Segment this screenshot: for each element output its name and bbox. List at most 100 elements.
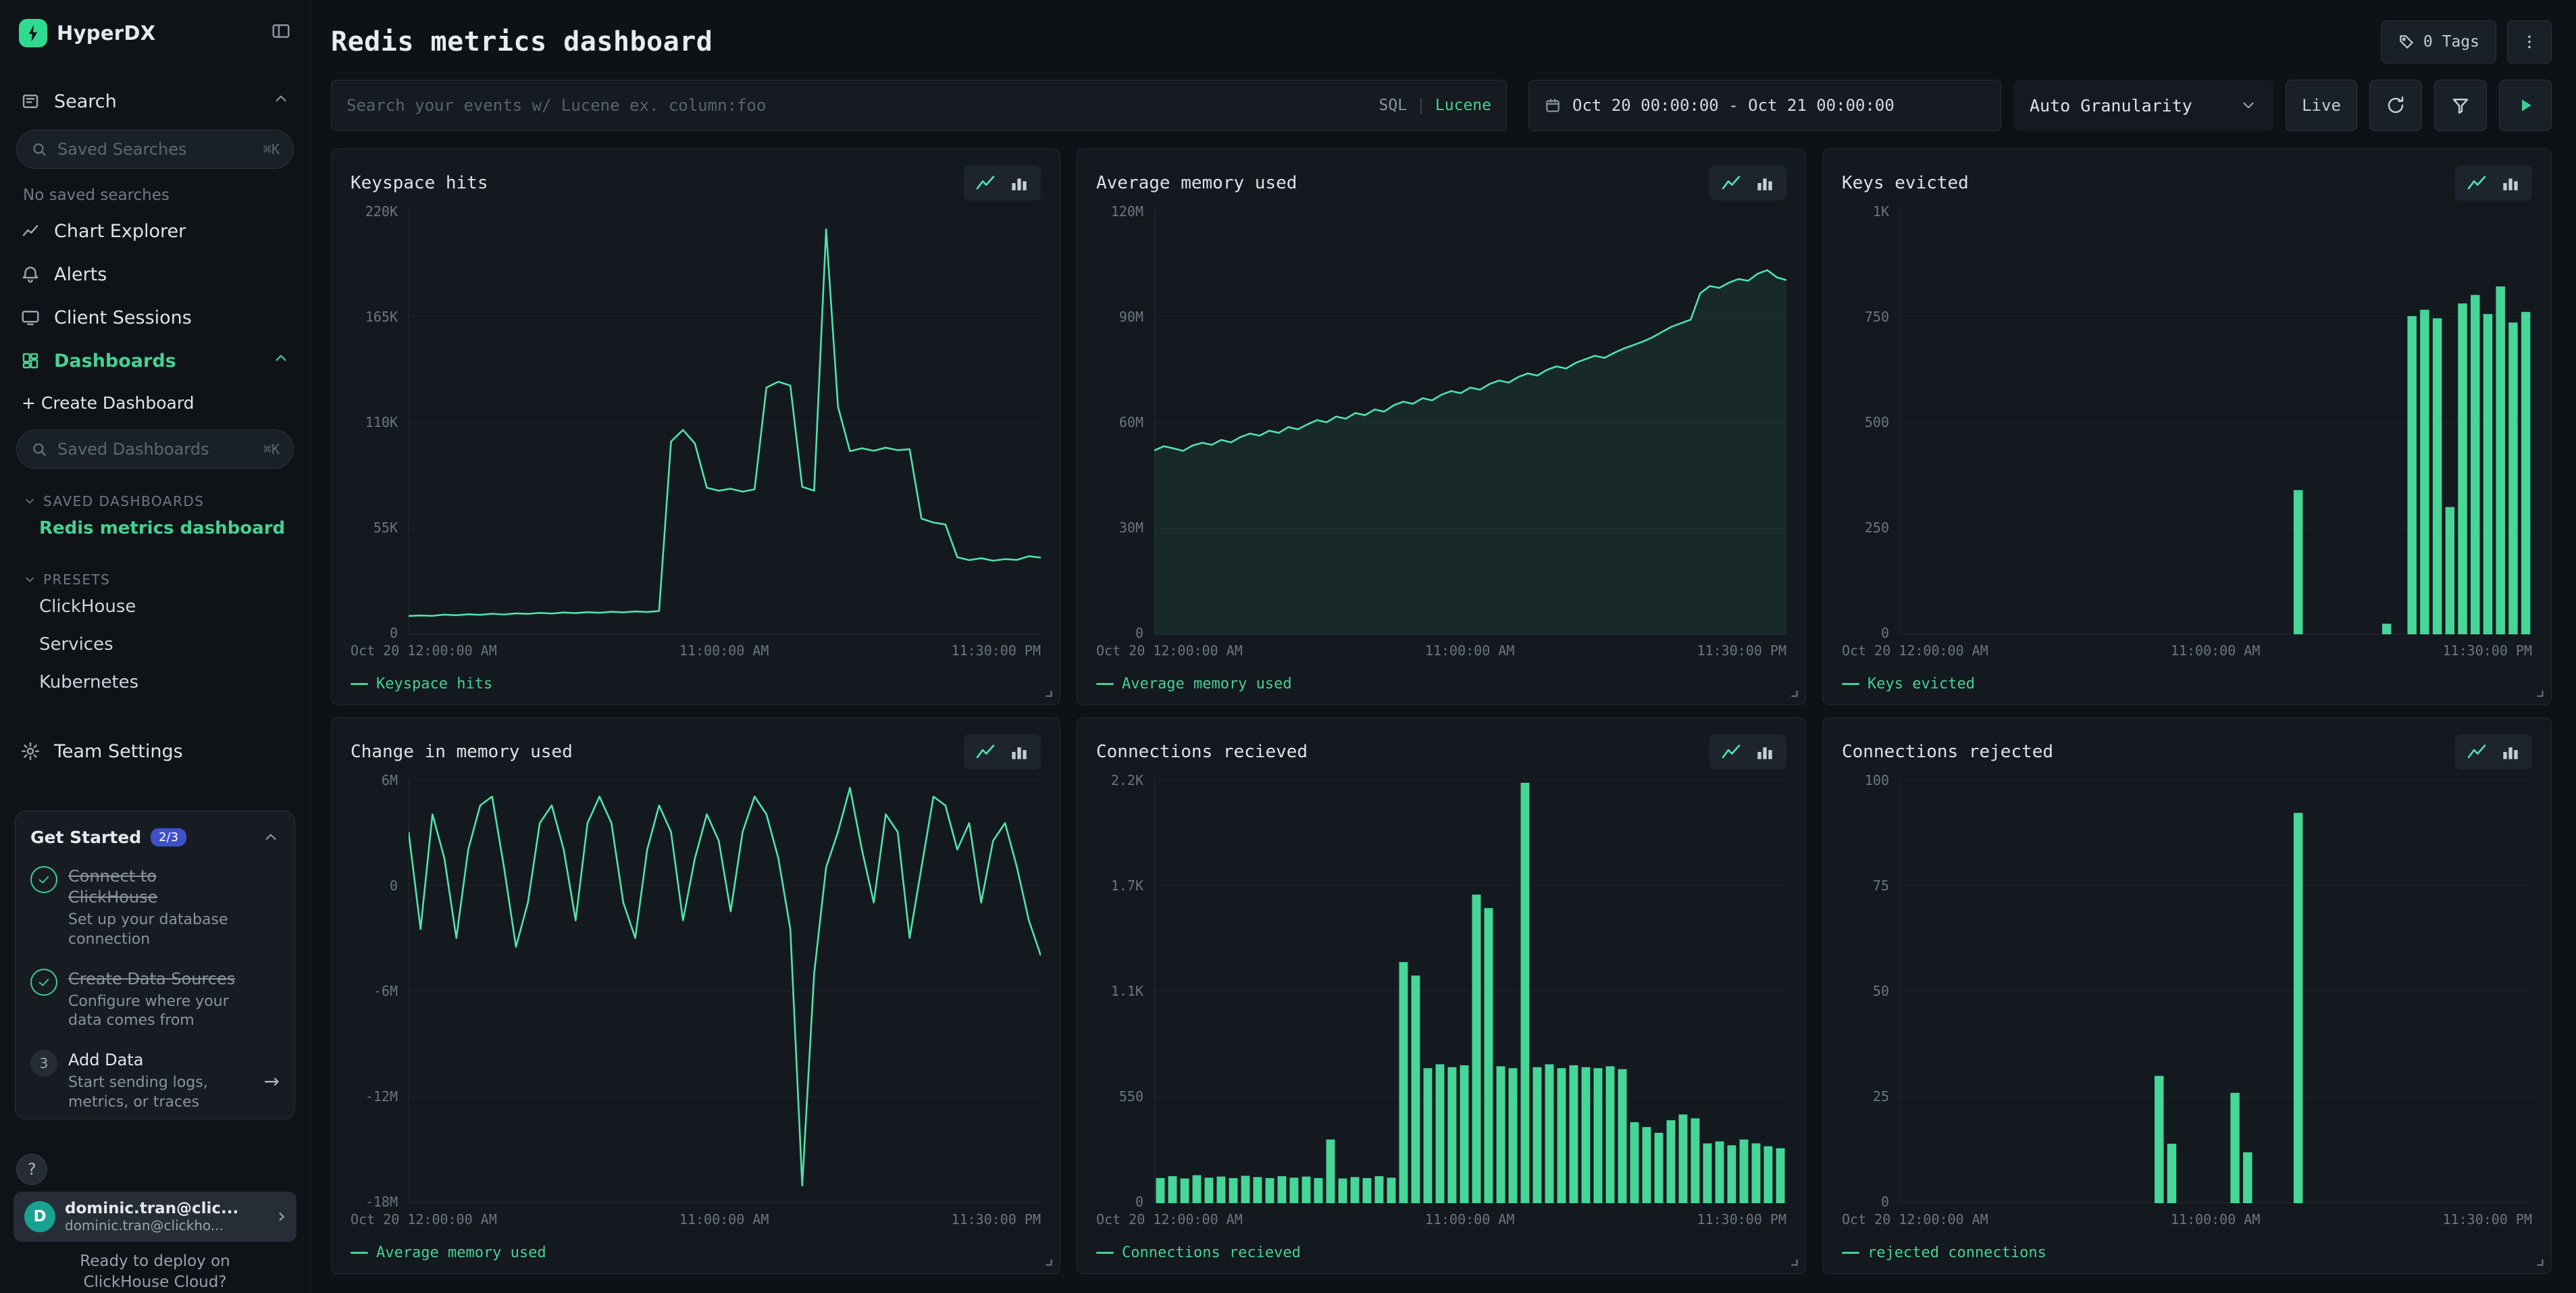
saved-dashboards-section-header[interactable]: SAVED DASHBOARDS [14,493,297,509]
sidebar-item-client-sessions[interactable]: Client Sessions [14,296,297,339]
keyboard-shortcut: ⌘K [263,141,280,157]
chart-panel-connections-rejected[interactable]: Connections rejected 1007550250 Oct 20 1… [1822,717,2552,1274]
y-tick-label: 55K [373,519,398,536]
tags-button[interactable]: 0 Tags [2381,20,2496,64]
bar-chart-icon[interactable] [1754,741,1776,763]
line-chart-icon[interactable] [1720,172,1742,194]
line-chart-icon[interactable] [1720,741,1742,763]
more-options-button[interactable] [2507,20,2552,64]
chevron-down-icon [23,495,36,508]
chart-panel-change-in-memory-used[interactable]: Change in memory used 6M0-6M-12M-18M Oct… [331,717,1060,1274]
nav-label: Dashboards [54,351,176,372]
sidebar-item-alerts[interactable]: Alerts [14,253,297,296]
chart-panel-keys-evicted[interactable]: Keys evicted 1K7505002500 Oct 20 12:00:0… [1822,149,2552,705]
saved-dashboards-input[interactable]: Saved Dashboards ⌘K [16,430,294,469]
chart-legend: Keyspace hits [351,672,1041,695]
user-menu[interactable]: D dominic.tran@clic... dominic.tran@clic… [14,1192,297,1242]
chart-type-toggle [964,734,1041,769]
resize-handle-icon[interactable] [2533,687,2546,699]
get-started-header[interactable]: Get Started 2/3 [30,828,280,847]
sidebar-item-clickhouse[interactable]: ClickHouse [14,588,297,626]
x-tick-label: Oct 20 12:00:00 AM [351,642,497,659]
legend-marker [1842,1252,1859,1254]
create-dashboard-button[interactable]: + Create Dashboard [14,382,297,423]
get-started-item-add-data[interactable]: 3 Add Data Start sending logs, metrics, … [30,1050,280,1112]
sidebar-item-redis-metrics-dashboard[interactable]: Redis metrics dashboard [14,509,297,547]
arrow-right-icon[interactable]: → [264,1070,280,1092]
chart-canvas[interactable] [1154,210,1786,634]
get-started-item-connect-clickhouse[interactable]: Connect to ClickHouse Set up your databa… [30,866,280,950]
chart-canvas[interactable] [1154,779,1786,1203]
sidebar-item-team-settings[interactable]: Team Settings [14,730,297,773]
chart-canvas[interactable] [409,210,1041,634]
nav-label: Alerts [54,264,107,285]
chart-panel-keyspace-hits[interactable]: Keyspace hits 220K165K110K55K0 Oct 20 12… [331,149,1060,705]
presets-section-header[interactable]: PRESETS [14,572,297,588]
sidebar-item-services[interactable]: Services [14,626,297,663]
chevron-right-icon: › [278,1205,286,1228]
get-started-title: Get Started [30,828,141,847]
resize-handle-icon[interactable] [1042,687,1054,699]
monitor-icon [20,307,41,328]
help-button[interactable]: ? [16,1154,47,1185]
bar-chart-icon[interactable] [1008,172,1030,194]
bar-chart-icon[interactable] [2500,741,2521,763]
x-tick-label: 11:30:00 PM [2443,1211,2532,1227]
chevron-up-icon[interactable] [262,829,280,846]
lucene-mode-toggle[interactable]: Lucene [1435,97,1491,114]
bar-chart-icon[interactable] [2500,172,2521,194]
date-range-picker[interactable]: Oct 20 00:00:00 - Oct 21 00:00:00 [1528,80,2001,131]
live-button[interactable]: Live [2286,80,2357,131]
filter-button[interactable] [2434,80,2487,131]
nav-label: Client Sessions [54,307,192,328]
sidebar-item-kubernetes[interactable]: Kubernetes [14,663,297,701]
bell-icon [20,264,41,284]
y-tick-label: 60M [1119,414,1143,430]
chart-panel-connections-recieved[interactable]: Connections recieved 2.2K1.7K1.1K5500 Oc… [1077,717,1806,1274]
resize-handle-icon[interactable] [1788,687,1800,699]
sql-mode-toggle[interactable]: SQL [1379,97,1408,114]
granularity-select[interactable]: Auto Granularity [2013,80,2273,131]
y-tick-label: 550 [1119,1088,1143,1105]
search-icon [30,141,48,158]
line-chart-icon[interactable] [975,741,996,763]
chevron-down-icon [2240,97,2257,114]
sidebar-item-chart-explorer[interactable]: Chart Explorer [14,209,297,253]
chart-type-toggle [964,166,1041,201]
search-placeholder: Search your events w/ Lucene ex. column:… [346,96,1379,115]
x-tick-label: Oct 20 12:00:00 AM [1842,1211,1988,1227]
refresh-button[interactable] [2369,80,2422,131]
line-chart-icon[interactable] [975,172,996,194]
chart-canvas[interactable] [1900,779,2532,1203]
chart-panel-average-memory-used[interactable]: Average memory used 120M90M60M30M0 Oct 2… [1077,149,1806,705]
x-tick-label: 11:00:00 AM [2171,642,2260,659]
chevron-up-icon[interactable] [272,350,290,372]
sidebar-item-search[interactable]: Search [14,80,297,123]
resize-handle-icon[interactable] [2533,1256,2546,1268]
line-chart-icon[interactable] [2466,172,2488,194]
x-tick-label: Oct 20 12:00:00 AM [1096,642,1243,659]
user-email: dominic.tran@clickho... [65,1217,268,1234]
get-started-item-create-data-sources[interactable]: Create Data Sources Configure where your… [30,969,280,1031]
x-tick-label: 11:00:00 AM [1425,1211,1514,1227]
bar-chart-icon[interactable] [1008,741,1030,763]
date-range-value: Oct 20 00:00:00 - Oct 21 00:00:00 [1572,96,1895,115]
nav-label: Team Settings [54,741,183,762]
chevron-up-icon[interactable] [272,91,290,113]
saved-searches-input[interactable]: Saved Searches ⌘K [16,130,294,169]
chart-title: Average memory used [1096,173,1297,193]
chart-canvas[interactable] [409,779,1041,1203]
input-placeholder: Saved Dashboards [57,440,254,459]
resize-handle-icon[interactable] [1042,1256,1054,1268]
bar-chart-icon[interactable] [1754,172,1776,194]
chart-canvas[interactable] [1900,210,2532,634]
y-tick-label: 250 [1865,519,1889,536]
run-query-button[interactable] [2499,80,2552,131]
line-chart-icon[interactable] [2466,741,2488,763]
sidebar-item-dashboards[interactable]: Dashboards [14,339,297,382]
event-search-input[interactable]: Search your events w/ Lucene ex. column:… [331,80,1507,131]
collapse-sidebar-icon[interactable] [271,21,291,46]
clickhouse-cloud-promo: Ready to deploy on ClickHouse Cloud? [14,1251,297,1293]
resize-handle-icon[interactable] [1788,1256,1800,1268]
hyperdx-logo[interactable] [19,19,47,47]
